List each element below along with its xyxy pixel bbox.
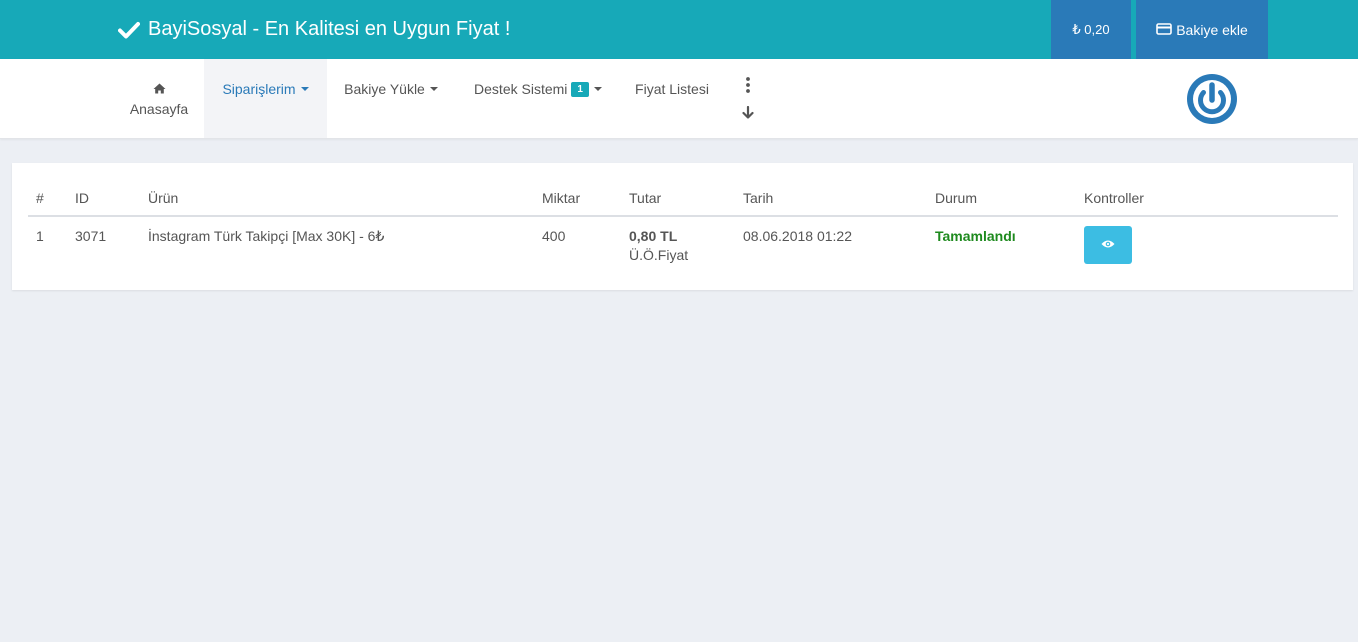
- eye-icon: [1101, 236, 1115, 254]
- column-header: #: [36, 190, 44, 206]
- cell-amount-note: Ü.Ö.Fiyat: [629, 247, 689, 263]
- cell-index: 1: [36, 228, 44, 244]
- nav-home-label: Anasayfa: [129, 100, 189, 117]
- brand-title: BayiSosyal - En Kalitesi en Uygun Fiyat …: [148, 18, 511, 40]
- view-order-button[interactable]: [1084, 226, 1132, 264]
- main-nav: Anasayfa Siparişlerim Bakiye Yükle Deste…: [0, 59, 1358, 139]
- nav-orders-label: Siparişlerim: [222, 81, 296, 97]
- power-icon[interactable]: [1186, 73, 1238, 125]
- cell-quantity: 400: [542, 228, 566, 244]
- nav-support-label: Destek Sistemi: [474, 81, 568, 97]
- more-vertical-icon: [745, 77, 751, 98]
- cell-product: İnstagram Türk Takipçi [Max 30K] - 6₺: [148, 228, 385, 244]
- column-header: Tutar: [629, 190, 662, 206]
- nav-orders[interactable]: Siparişlerim: [204, 59, 327, 138]
- nav-load-balance[interactable]: Bakiye Yükle: [330, 59, 452, 138]
- orders-card: # ID Ürün Miktar Tutar Tarih Durum Kontr…: [12, 163, 1353, 290]
- nav-home[interactable]: Anasayfa: [118, 59, 200, 138]
- balance-button[interactable]: ₺ 0,20: [1051, 0, 1131, 59]
- nav-load-balance-label: Bakiye Yükle: [344, 81, 425, 97]
- top-bar: BayiSosyal - En Kalitesi en Uygun Fiyat …: [0, 0, 1358, 59]
- header-divider: [28, 215, 1338, 217]
- chevron-down-icon: [300, 87, 309, 91]
- column-header: Miktar: [542, 190, 581, 206]
- status-badge: Tamamlandı: [935, 228, 1016, 244]
- home-icon: [153, 81, 166, 97]
- balance-value: ₺ 0,20: [1072, 21, 1110, 37]
- check-icon: [118, 21, 140, 39]
- nav-support[interactable]: Destek Sistemi 1: [458, 59, 618, 138]
- chevron-down-icon: [593, 87, 602, 91]
- column-header: Ürün: [148, 190, 179, 206]
- brand[interactable]: BayiSosyal - En Kalitesi en Uygun Fiyat …: [118, 0, 510, 59]
- column-header: ID: [75, 190, 89, 206]
- cell-id: 3071: [75, 228, 107, 244]
- credit-card-icon: [1156, 22, 1173, 38]
- column-header: Kontroller: [1084, 190, 1144, 206]
- column-header: Tarih: [743, 190, 774, 206]
- support-badge: 1: [571, 81, 589, 97]
- arrow-down-icon: [742, 105, 754, 124]
- column-header: Durum: [935, 190, 978, 206]
- chevron-down-icon: [429, 87, 438, 91]
- add-balance-label: Bakiye ekle: [1176, 21, 1248, 38]
- more-menu[interactable]: [738, 77, 758, 127]
- add-balance-button[interactable]: Bakiye ekle: [1136, 0, 1268, 59]
- cell-amount: 0,80 TL: [629, 228, 678, 244]
- nav-price-list[interactable]: Fiyat Listesi: [622, 59, 722, 138]
- cell-date: 08.06.2018 01:22: [743, 228, 852, 244]
- nav-price-list-label: Fiyat Listesi: [635, 81, 709, 97]
